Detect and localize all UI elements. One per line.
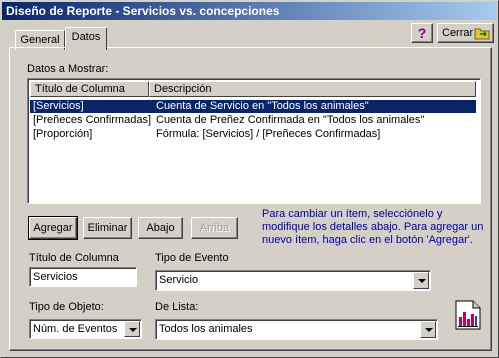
list-item[interactable]: [Preñeces Confirmadas] Cuenta de Preñez … bbox=[30, 114, 476, 127]
close-button-label: Cerrar bbox=[442, 27, 474, 39]
list-item[interactable]: [Servicios] Cuenta de Servicio en "Todos… bbox=[30, 100, 476, 113]
folder-exit-icon bbox=[474, 28, 490, 40]
column-header-descripcion[interactable]: Descripción bbox=[149, 81, 476, 97]
svg-text:?: ? bbox=[418, 25, 427, 41]
from-list-value: Todos los animales bbox=[159, 323, 253, 335]
list-item[interactable]: [Proporción] Fórmula: [Servicios] / [Pre… bbox=[30, 128, 476, 141]
question-mark-icon: ? bbox=[415, 25, 429, 41]
help-button[interactable]: ? bbox=[411, 23, 433, 43]
report-chart-icon[interactable] bbox=[452, 299, 484, 331]
report-design-window: Diseño de Reporte - Servicios vs. concep… bbox=[0, 0, 499, 358]
move-down-button[interactable]: Abajo bbox=[138, 217, 183, 239]
list-item-titulo: [Servicios] bbox=[33, 100, 84, 112]
add-button[interactable]: Agregar bbox=[28, 216, 78, 240]
column-title-value: Servicios bbox=[33, 271, 78, 283]
object-type-select[interactable]: Núm. de Eventos bbox=[29, 319, 142, 339]
event-type-select[interactable]: Servicio bbox=[155, 270, 431, 291]
list-item-titulo: [Proporción] bbox=[33, 128, 93, 140]
object-type-value: Núm. de Eventos bbox=[33, 323, 118, 335]
column-title-input[interactable]: Servicios bbox=[29, 267, 137, 287]
from-list-label: De Lista: bbox=[155, 301, 199, 313]
from-list-select[interactable]: Todos los animales bbox=[155, 319, 438, 340]
tab-datos[interactable]: Datos bbox=[65, 27, 107, 50]
chevron-down-icon[interactable] bbox=[413, 272, 429, 289]
help-text-line: Para cambiar un ítem, selecciónelo y bbox=[262, 208, 443, 220]
data-columns-list[interactable]: Título de Columna Descripción [Servicios… bbox=[27, 78, 481, 204]
event-type-label: Tipo de Evento bbox=[155, 252, 229, 264]
help-text-line: nuevo ítem, haga clic en el botón 'Agreg… bbox=[262, 234, 473, 246]
help-text-line: modifique los detalles abajo. Para agreg… bbox=[262, 221, 484, 233]
list-item-descripcion: Fórmula: [Servicios] / [Preñeces Confirm… bbox=[156, 128, 381, 140]
column-title-label: Título de Columna bbox=[29, 252, 119, 264]
object-type-label: Tipo de Objeto: bbox=[29, 301, 104, 313]
data-section-label: Datos a Mostrar: bbox=[27, 63, 109, 75]
move-up-button: Arriba bbox=[191, 217, 238, 239]
window-title: Diseño de Reporte - Servicios vs. concep… bbox=[2, 2, 497, 20]
event-type-value: Servicio bbox=[159, 274, 199, 286]
chevron-down-icon[interactable] bbox=[420, 321, 436, 338]
list-item-titulo: [Preñeces Confirmadas] bbox=[33, 114, 151, 126]
help-text: Para cambiar un ítem, selecciónelo y mod… bbox=[262, 208, 498, 247]
close-button[interactable]: Cerrar bbox=[437, 23, 494, 43]
list-item-descripcion: Cuenta de Servicio en "Todos los animale… bbox=[156, 100, 369, 112]
list-item-descripcion: Cuenta de Preñez Confirmada en "Todos lo… bbox=[156, 114, 425, 126]
chevron-down-icon[interactable] bbox=[124, 321, 140, 337]
column-header-titulo[interactable]: Título de Columna bbox=[30, 81, 149, 97]
delete-button[interactable]: Eliminar bbox=[83, 217, 132, 239]
